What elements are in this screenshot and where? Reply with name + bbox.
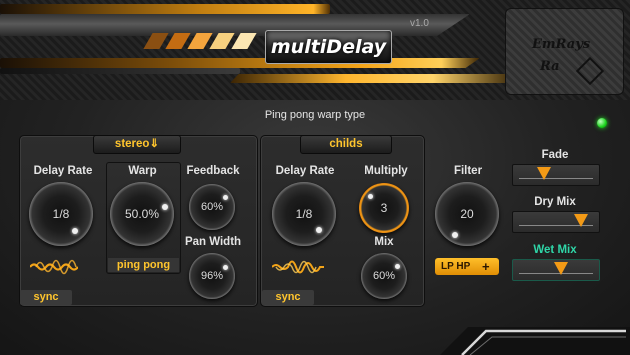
childs-waveform-icon — [272, 260, 324, 274]
delay-rate-value: 1/8 — [52, 207, 70, 221]
feedback-label: Feedback — [186, 165, 240, 177]
brand-logo: EmRays Ra — [505, 8, 624, 95]
feedback-knob[interactable]: 60% — [189, 184, 235, 230]
status-led — [597, 118, 607, 128]
header-stripe — [230, 74, 520, 83]
pan-width-value: 96% — [200, 270, 224, 282]
header-stripe — [0, 68, 240, 74]
delay-waveform-icon — [30, 259, 78, 275]
slider-thumb[interactable] — [553, 262, 568, 275]
brand-logo-text: Ra — [540, 59, 560, 74]
warp-value: 50.0% — [124, 207, 160, 221]
childs-delay-rate-knob[interactable]: 1/8 — [272, 182, 336, 246]
app-title: multiDelay — [270, 36, 387, 58]
filter-knob[interactable]: 20 — [435, 182, 499, 246]
stereo-mode-button[interactable]: stereo⇓ — [93, 135, 181, 154]
delay-rate-label: Delay Rate — [275, 165, 335, 177]
slider-track — [519, 178, 593, 179]
pan-width-knob[interactable]: 96% — [189, 253, 235, 299]
hint-text: Ping pong warp type — [264, 109, 366, 121]
wet-mix-slider[interactable] — [512, 259, 600, 281]
plugin-window: multiDelay v1.0 EmRays Ra Ping pong warp… — [0, 0, 630, 355]
knob-indicator — [223, 265, 228, 270]
slider-thumb[interactable] — [574, 214, 589, 227]
header-stripe — [0, 58, 480, 68]
header-metal-bar — [0, 14, 470, 36]
bevel-decoration — [440, 327, 630, 355]
warp-label: Warp — [128, 165, 157, 177]
warp-type-selector[interactable]: ping pong — [108, 258, 179, 272]
filter-label: Filter — [453, 165, 483, 177]
header: multiDelay v1.0 EmRays Ra — [0, 0, 630, 100]
delay-rate-knob[interactable]: 1/8 — [29, 182, 93, 246]
knob-indicator — [395, 264, 400, 269]
multiply-knob[interactable]: 3 — [359, 183, 409, 233]
mix-knob[interactable]: 60% — [361, 253, 407, 299]
childs-delay-rate-value: 1/8 — [295, 207, 313, 221]
fade-slider[interactable] — [512, 164, 600, 186]
warp-knob[interactable]: 50.0% — [110, 182, 174, 246]
filter-value: 20 — [460, 207, 474, 221]
brand-diamond-icon — [575, 56, 605, 86]
knob-indicator — [452, 232, 458, 238]
multiply-label: Multiply — [364, 165, 408, 177]
knob-indicator — [72, 228, 78, 234]
knob-indicator — [162, 204, 168, 210]
knob-indicator — [368, 194, 373, 199]
multiply-value: 3 — [380, 201, 388, 215]
wet-mix-label: Wet Mix — [533, 244, 577, 256]
sync-toggle[interactable]: sync — [20, 290, 72, 305]
plus-icon: + — [482, 259, 490, 274]
feedback-value: 60% — [200, 201, 224, 213]
pan-width-label: Pan Width — [184, 236, 242, 248]
slider-thumb[interactable] — [537, 167, 551, 180]
version-label: v1.0 — [410, 18, 429, 29]
header-stripe — [0, 4, 330, 14]
filter-type-button[interactable]: LP HP + — [435, 258, 499, 275]
filter-type-label: LP HP — [441, 261, 471, 272]
mix-value: 60% — [372, 270, 396, 282]
dry-mix-label: Dry Mix — [534, 196, 576, 208]
title-plate: multiDelay — [265, 30, 392, 64]
knob-indicator — [223, 195, 228, 200]
fade-label: Fade — [541, 149, 569, 161]
knob-indicator — [316, 227, 322, 233]
childs-sync-toggle[interactable]: sync — [262, 290, 314, 305]
childs-mode-button[interactable]: childs — [300, 135, 392, 154]
dry-mix-slider[interactable] — [512, 211, 600, 233]
delay-rate-label: Delay Rate — [33, 165, 93, 177]
mix-label: Mix — [374, 236, 394, 248]
brand-logo-text: EmRays — [532, 37, 591, 52]
